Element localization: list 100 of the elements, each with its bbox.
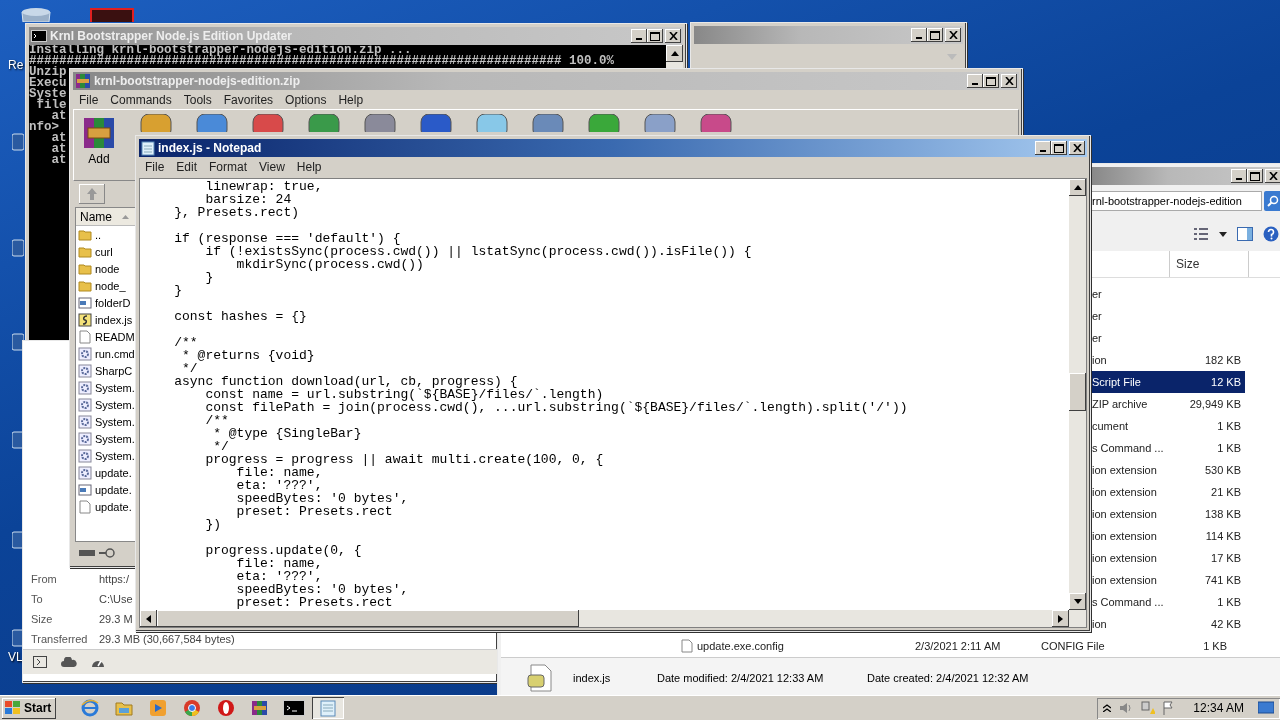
title-bar[interactable] bbox=[1091, 167, 1280, 185]
file-row[interactable]: er bbox=[1092, 305, 1245, 327]
menu-item[interactable]: Options bbox=[279, 92, 333, 107]
file-row[interactable]: s Command ... 1 KB bbox=[1092, 437, 1245, 459]
scrollbar-thumb[interactable] bbox=[1069, 373, 1086, 411]
recycle-bin-icon[interactable] bbox=[18, 6, 54, 22]
minimize-button[interactable] bbox=[631, 29, 647, 43]
toolbar-icon[interactable] bbox=[250, 114, 286, 132]
toolbar-icon[interactable] bbox=[306, 114, 342, 132]
maximize-button[interactable] bbox=[647, 29, 663, 43]
view-list-icon[interactable] bbox=[1193, 227, 1209, 241]
file-name[interactable]: folderD bbox=[95, 296, 131, 309]
menu-item[interactable]: Tools bbox=[177, 92, 218, 107]
toolbar-icon[interactable] bbox=[586, 114, 622, 132]
search-button[interactable] bbox=[1263, 191, 1280, 211]
file-name[interactable]: .. bbox=[95, 228, 102, 241]
dropdown-icon[interactable] bbox=[1219, 231, 1227, 237]
file-row[interactable]: ion extension 530 KB bbox=[1092, 459, 1245, 481]
scroll-right-button[interactable] bbox=[1052, 610, 1069, 627]
scroll-up-button[interactable] bbox=[1069, 179, 1086, 196]
file-name[interactable]: node bbox=[95, 262, 120, 275]
file-row[interactable]: ion extension 114 KB bbox=[1092, 525, 1245, 547]
close-button[interactable] bbox=[945, 28, 961, 42]
file-name[interactable]: run.cmd bbox=[95, 347, 135, 360]
desktop-shortcut-icon[interactable] bbox=[90, 8, 134, 22]
toolbar-icon[interactable] bbox=[474, 114, 510, 132]
file-name[interactable]: update. bbox=[95, 500, 132, 513]
scroll-down-button[interactable] bbox=[1069, 593, 1086, 610]
close-button[interactable] bbox=[665, 29, 681, 43]
menu-item[interactable]: File bbox=[139, 159, 171, 174]
file-row[interactable]: ion extension 138 KB bbox=[1092, 503, 1245, 525]
menu-item[interactable]: Edit bbox=[170, 159, 204, 174]
file-name[interactable]: System. bbox=[95, 381, 135, 394]
file-name[interactable]: System. bbox=[95, 449, 135, 462]
maximize-button[interactable] bbox=[1051, 141, 1067, 155]
file-name[interactable]: index.js bbox=[95, 313, 133, 326]
maximize-button[interactable] bbox=[1247, 169, 1263, 183]
menu-item[interactable]: File bbox=[73, 92, 105, 107]
console-icon[interactable] bbox=[33, 656, 47, 668]
minimize-button[interactable] bbox=[911, 28, 927, 42]
file-row[interactable]: s Command ... 1 KB bbox=[1092, 591, 1245, 613]
file-name[interactable]: System. bbox=[95, 415, 135, 428]
toolbar-icon[interactable] bbox=[138, 114, 174, 132]
shortcut-icon[interactable] bbox=[12, 332, 24, 352]
file-row[interactable]: cument 1 KB bbox=[1092, 415, 1245, 437]
toolbar-icon[interactable] bbox=[698, 114, 734, 132]
preview-pane-icon[interactable] bbox=[1237, 227, 1253, 241]
taskbar-button[interactable] bbox=[312, 697, 345, 719]
address-field[interactable]: rnl-bootstrapper-nodejs-edition bbox=[1089, 191, 1262, 211]
file-name[interactable]: System. bbox=[95, 398, 135, 411]
menu-item[interactable]: Help bbox=[332, 92, 370, 107]
file-name[interactable]: update. bbox=[95, 466, 132, 479]
clock[interactable]: 12:34 AM bbox=[1193, 701, 1244, 715]
file-row[interactable]: ion extension 21 KB bbox=[1092, 481, 1245, 503]
file-row[interactable]: ZIP archive 29,949 KB bbox=[1092, 393, 1245, 415]
start-button[interactable]: Start bbox=[2, 697, 57, 719]
file-row[interactable]: ion extension 17 KB bbox=[1092, 547, 1245, 569]
menu-item[interactable]: Commands bbox=[104, 92, 178, 107]
close-button[interactable] bbox=[1001, 74, 1017, 88]
help-icon[interactable] bbox=[1263, 226, 1279, 242]
menu-item[interactable]: View bbox=[253, 159, 291, 174]
file-name[interactable]: curl bbox=[95, 245, 113, 258]
menu-item[interactable]: Favorites bbox=[217, 92, 280, 107]
title-bar[interactable] bbox=[694, 26, 963, 44]
file-row[interactable]: er bbox=[1092, 283, 1245, 305]
minimize-button[interactable] bbox=[1035, 141, 1051, 155]
scrollbar-thumb[interactable] bbox=[157, 610, 579, 627]
file-name[interactable]: update. bbox=[95, 483, 132, 496]
column-header[interactable]: Size bbox=[1169, 251, 1249, 277]
maximize-button[interactable] bbox=[927, 28, 943, 42]
file-row[interactable]: ion 42 KB bbox=[1092, 613, 1245, 635]
file-row[interactable]: ion extension 741 KB bbox=[1092, 569, 1245, 591]
scroll-left-button[interactable] bbox=[140, 610, 157, 627]
maximize-button[interactable] bbox=[983, 74, 999, 88]
toolbar-icon[interactable] bbox=[642, 114, 678, 132]
file-row[interactable]: er bbox=[1092, 327, 1245, 349]
file-row[interactable]: ion 182 KB bbox=[1092, 349, 1245, 371]
up-button[interactable] bbox=[79, 184, 105, 204]
toolbar-icon[interactable] bbox=[530, 114, 566, 132]
flag-icon[interactable] bbox=[1163, 701, 1176, 715]
add-button[interactable]: Add bbox=[80, 114, 118, 166]
scroll-up-button[interactable] bbox=[666, 45, 683, 62]
toolbar-icon[interactable] bbox=[194, 114, 230, 132]
toolbar-icon[interactable] bbox=[418, 114, 454, 132]
file-name[interactable]: node_ bbox=[95, 279, 126, 292]
file-name[interactable]: System. bbox=[95, 432, 135, 445]
title-bar[interactable]: index.js - Notepad bbox=[139, 139, 1087, 157]
file-name[interactable]: READM bbox=[95, 330, 135, 343]
file-name[interactable]: SharpC bbox=[95, 364, 133, 377]
show-desktop-icon[interactable] bbox=[1258, 701, 1274, 715]
chevron-up-icon[interactable] bbox=[1103, 704, 1112, 712]
cloud-icon[interactable] bbox=[61, 657, 77, 667]
file-row[interactable]: Script File 12 KB bbox=[1092, 371, 1245, 393]
minimize-button[interactable] bbox=[1231, 169, 1247, 183]
minimize-button[interactable] bbox=[967, 74, 983, 88]
close-button[interactable] bbox=[1265, 169, 1280, 183]
menu-item[interactable]: Format bbox=[203, 159, 254, 174]
toolbar-icon[interactable] bbox=[362, 114, 398, 132]
close-button[interactable] bbox=[1069, 141, 1085, 155]
menu-item[interactable]: Help bbox=[290, 159, 328, 174]
